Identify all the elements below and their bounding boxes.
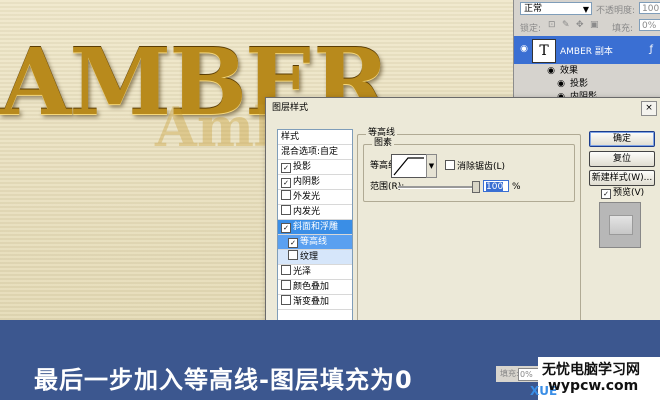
lock-pixels-icon[interactable]: ⊡ [548, 20, 556, 30]
style-label: 渐变叠加 [293, 297, 330, 307]
style-item-satin[interactable]: 光泽 [278, 265, 352, 280]
styles-header[interactable]: 样式 [278, 130, 352, 145]
lock-label: 锁定: [520, 24, 542, 34]
checkbox[interactable]: ✓ [281, 178, 291, 188]
blend-mode-value: 正常 [524, 4, 543, 14]
style-label: 纹理 [300, 252, 319, 262]
opacity-label: 不透明度: [596, 6, 636, 16]
range-slider-thumb[interactable] [472, 181, 480, 193]
style-item-contour[interactable]: ✓ 等高线 [278, 235, 352, 250]
checkbox[interactable]: ✓ [601, 189, 611, 199]
style-label: 内阴影 [293, 177, 321, 187]
checkbox[interactable]: ✓ [288, 238, 298, 248]
eye-icon[interactable]: ◉ [554, 78, 568, 91]
layer-name: AMBER 副本 [560, 47, 613, 57]
style-item-bevel-emboss[interactable]: ✓ 斜面和浮雕 [278, 220, 352, 235]
checkbox[interactable]: ✓ [281, 223, 291, 233]
checkbox[interactable] [281, 190, 291, 200]
style-item-inner-glow[interactable]: 内发光 [278, 205, 352, 220]
watermark-site-name: 无忧电脑学习网 [542, 362, 640, 378]
eye-icon[interactable]: ◉ [544, 65, 558, 78]
close-icon[interactable]: × [641, 101, 657, 116]
eye-icon[interactable]: ◉ [517, 44, 531, 54]
checkbox[interactable] [281, 280, 291, 290]
layers-panel: 正常 ▼ 不透明度: 100 锁定: ⊡ ✎ ✥ ▣ 填充: 0% ◉ T AM… [513, 0, 660, 105]
style-label: 内发光 [293, 207, 321, 217]
preview-label: 预览(V) [613, 188, 645, 198]
style-item-drop-shadow[interactable]: ✓ 投影 [278, 160, 352, 175]
checkbox[interactable]: ✓ [281, 163, 291, 173]
watermark-site-url: wypcw.com [548, 378, 639, 394]
lock-all-icon[interactable]: ▣ [590, 20, 599, 30]
style-item-gradient-overlay[interactable]: 渐变叠加 [278, 295, 352, 310]
blend-options-item[interactable]: 混合选项:自定 [278, 145, 352, 160]
effects-label: 效果 [560, 66, 579, 76]
preview-checkbox[interactable]: ✓ 预览(V) [601, 187, 644, 199]
antialias-label: 消除锯齿(L) [457, 162, 506, 172]
ok-button[interactable]: 确定 [589, 131, 655, 147]
fill-value: 0% [518, 368, 539, 381]
lock-paint-icon[interactable]: ✎ [562, 20, 570, 30]
range-unit: % [512, 182, 521, 192]
range-value-field[interactable]: 100 [483, 180, 509, 192]
range-slider-track[interactable] [398, 186, 478, 189]
style-label: 颜色叠加 [293, 282, 330, 292]
checkbox[interactable] [288, 250, 298, 260]
style-label: 投影 [293, 162, 312, 172]
fx-icon: ƒ [649, 44, 653, 55]
chevron-down-icon: ▼ [582, 5, 589, 14]
layer-style-dialog: 图层样式 × 样式 混合选项:自定 ✓ 投影 ✓ 内阴影 外发光 内发光 ✓ 斜面和浮… [265, 97, 660, 330]
checkbox[interactable] [281, 205, 291, 215]
style-label: 等高线 [300, 237, 328, 247]
checkbox[interactable] [281, 265, 291, 275]
fill-label: 填充: [500, 369, 519, 378]
group-title: 图素 [372, 138, 395, 149]
layer-row-amber-copy[interactable]: ◉ T AMBER 副本 ƒ [514, 36, 660, 64]
caption-text: 最后一步加入等高线-图层填充为0 [34, 366, 413, 394]
text-layer-thumbnail: T [532, 39, 556, 63]
styles-list: 样式 混合选项:自定 ✓ 投影 ✓ 内阴影 外发光 内发光 ✓ 斜面和浮雕 ✓ 等高线 … [277, 129, 353, 330]
range-value: 100 [486, 182, 504, 192]
reset-button[interactable]: 复位 [589, 151, 655, 167]
checkbox[interactable] [281, 295, 291, 305]
effect-row-drop-shadow[interactable]: ◉ 投影 [514, 78, 660, 91]
lock-move-icon[interactable]: ✥ [576, 20, 584, 30]
style-item-outer-glow[interactable]: 外发光 [278, 190, 352, 205]
style-item-texture[interactable]: 纹理 [278, 250, 352, 265]
style-label: 外发光 [293, 192, 321, 202]
style-item-color-overlay[interactable]: 颜色叠加 [278, 280, 352, 295]
antialias-checkbox[interactable]: 消除锯齿(L) [445, 160, 505, 173]
contour-curve-icon [393, 157, 424, 176]
style-label: 斜面和浮雕 [293, 222, 339, 232]
effect-label: 投影 [570, 79, 589, 89]
effects-row[interactable]: ◉ 效果 [514, 65, 660, 78]
new-style-button[interactable]: 新建样式(W)... [589, 170, 655, 186]
chevron-down-icon[interactable]: ▼ [426, 154, 437, 178]
checkbox[interactable] [445, 160, 455, 170]
blend-mode-select[interactable]: 正常 ▼ [520, 2, 592, 15]
style-label: 光泽 [293, 267, 312, 277]
contour-curve-picker[interactable] [391, 154, 427, 178]
style-item-inner-shadow[interactable]: ✓ 内阴影 [278, 175, 352, 190]
fill-field[interactable]: 0% [639, 19, 660, 31]
style-preview-swatch [599, 202, 641, 248]
dialog-title: 图层样式 [266, 98, 660, 118]
opacity-field[interactable]: 100 [639, 2, 660, 14]
fill-label: 填充: [612, 24, 634, 34]
